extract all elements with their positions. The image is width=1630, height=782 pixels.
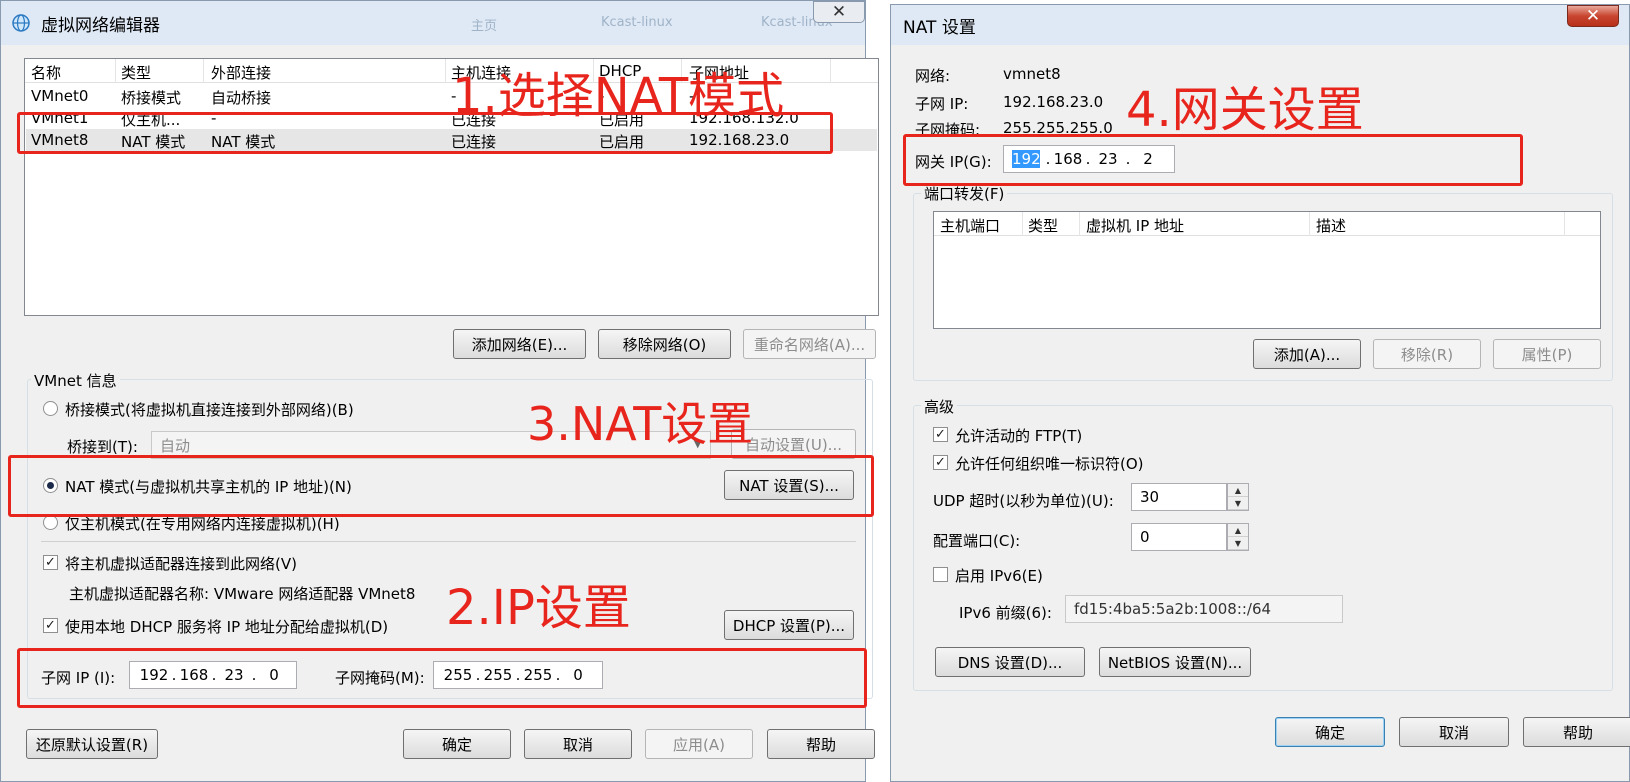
annotation-step-2: 2.IP设置 <box>446 580 631 636</box>
ipv6-prefix-value: fd15:4ba5:5a2b:1008::/64 <box>1074 600 1272 618</box>
annotation-step-4: 4.网关设置 <box>1126 82 1364 138</box>
ipv6-prefix-field[interactable]: fd15:4ba5:5a2b:1008::/64 <box>1065 595 1343 623</box>
col-header-type[interactable]: 类型 <box>1028 215 1058 236</box>
annotation-step-3: 3.NAT设置 <box>527 397 754 451</box>
network-value: vmnet8 <box>1003 65 1061 83</box>
ipv6-prefix-label: IPv6 前缀(6): <box>959 604 1052 622</box>
cancel-button[interactable]: 取消 <box>524 729 632 759</box>
config-port-label: 配置端口(C): <box>933 532 1021 550</box>
divider <box>41 541 856 542</box>
background-tab-home: 主页 <box>471 19 498 34</box>
restore-defaults-button[interactable]: 还原默认设置(R) <box>26 729 158 759</box>
bridged-to-label: 桥接到(T): <box>67 438 138 456</box>
config-port-spinner[interactable]: ▲ ▼ <box>1227 523 1249 551</box>
window-title: NAT 设置 <box>903 17 976 38</box>
udp-timeout-field[interactable]: 30 <box>1131 483 1227 511</box>
help-button[interactable]: 帮助 <box>767 729 875 759</box>
close-icon: ✕ <box>831 2 847 22</box>
annotation-box-nat-settings <box>8 455 874 517</box>
close-button[interactable]: ✕ <box>813 1 865 23</box>
cancel-button[interactable]: 取消 <box>1399 717 1509 747</box>
host-only-radio[interactable] <box>43 515 58 530</box>
config-port-value: 0 <box>1140 528 1150 546</box>
rename-network-button[interactable]: 重命名网络(A)... <box>743 329 876 359</box>
config-port-field[interactable]: 0 <box>1131 523 1227 551</box>
connect-adapter-checkbox[interactable]: ✓ <box>43 555 58 570</box>
allow-oui-checkbox[interactable]: ✓ <box>933 455 948 470</box>
col-header-vm-ip[interactable]: 虚拟机 IP 地址 <box>1086 215 1184 236</box>
title-bar: 虚拟网络编辑器 主页 Kcast-linux Kcast-linux ✕ <box>1 1 865 45</box>
col-header-name[interactable]: 名称 <box>31 62 61 83</box>
advanced-group-title: 高级 <box>921 396 958 417</box>
title-bar: NAT 设置 ✕ <box>891 5 1629 45</box>
allow-ftp-checkbox[interactable]: ✓ <box>933 427 948 442</box>
subnet-ip-value: 192.168.23.0 <box>1003 93 1104 111</box>
annotation-box-ip-settings <box>17 648 867 708</box>
dns-settings-button[interactable]: DNS 设置(D)... <box>935 647 1085 677</box>
help-button[interactable]: 帮助 <box>1523 717 1630 747</box>
bridged-mode-label: 桥接模式(将虚拟机直接连接到外部网络)(B) <box>65 401 354 419</box>
spin-up-icon[interactable]: ▲ <box>1228 524 1248 537</box>
ok-button[interactable]: 确定 <box>403 729 511 759</box>
udp-timeout-label: UDP 超时(以秒为单位)(U): <box>933 492 1114 510</box>
remove-network-button[interactable]: 移除网络(O) <box>598 329 731 359</box>
globe-icon <box>12 14 30 32</box>
dhcp-label: 使用本地 DHCP 服务将 IP 地址分配给虚拟机(D) <box>65 618 389 636</box>
enable-ipv6-label: 启用 IPv6(E) <box>955 567 1043 585</box>
udp-timeout-spinner[interactable]: ▲ ▼ <box>1227 483 1249 511</box>
port-forwarding-list[interactable]: 主机端口 类型 虚拟机 IP 地址 描述 <box>933 211 1601 329</box>
dhcp-settings-button[interactable]: DHCP 设置(P)... <box>724 610 854 640</box>
allow-ftp-label: 允许活动的 FTP(T) <box>955 427 1083 445</box>
window-title: 虚拟网络编辑器 <box>41 15 160 36</box>
dhcp-checkbox[interactable]: ✓ <box>43 618 58 633</box>
properties-button[interactable]: 属性(P) <box>1493 339 1601 369</box>
col-header-type[interactable]: 类型 <box>121 62 151 83</box>
close-button[interactable]: ✕ <box>1567 5 1619 27</box>
add-port-button[interactable]: 添加(A)... <box>1253 339 1361 369</box>
adapter-name-text: 主机虚拟适配器名称: VMware 网络适配器 VMnet8 <box>69 585 416 603</box>
vmnet-info-group-title: VMnet 信息 <box>31 370 120 391</box>
port-forwarding-group-title: 端口转发(F) <box>921 183 1008 204</box>
annotation-step-1: 1.选择NAT模式 <box>452 68 785 124</box>
cell-name: VMnet0 <box>31 87 89 105</box>
allow-oui-label: 允许任何组织唯一标识符(O) <box>955 455 1144 473</box>
apply-button[interactable]: 应用(A) <box>645 729 753 759</box>
spin-down-icon[interactable]: ▼ <box>1228 497 1248 510</box>
remove-port-button[interactable]: 移除(R) <box>1373 339 1481 369</box>
add-network-button[interactable]: 添加网络(E)... <box>453 329 586 359</box>
annotation-box-gateway <box>903 134 1523 186</box>
cell-type: 桥接模式 <box>121 89 182 107</box>
bridged-mode-radio[interactable] <box>43 401 58 416</box>
subnet-ip-label: 子网 IP: <box>915 95 969 113</box>
port-forwarding-list-header: 主机端口 类型 虚拟机 IP 地址 描述 <box>934 212 1600 236</box>
col-header-description[interactable]: 描述 <box>1316 215 1346 236</box>
udp-timeout-value: 30 <box>1140 488 1160 506</box>
spin-up-icon[interactable]: ▲ <box>1228 484 1248 497</box>
enable-ipv6-checkbox[interactable] <box>933 567 948 582</box>
connect-adapter-label: 将主机虚拟适配器连接到此网络(V) <box>65 555 297 573</box>
close-icon: ✕ <box>1585 6 1601 26</box>
background-tab-kcast-1: Kcast-linux <box>601 15 673 30</box>
spin-down-icon[interactable]: ▼ <box>1228 537 1248 550</box>
col-header-external[interactable]: 外部连接 <box>211 62 271 83</box>
col-header-host-port[interactable]: 主机端口 <box>940 215 1000 236</box>
cell-external: 自动桥接 <box>211 89 272 107</box>
ok-button[interactable]: 确定 <box>1275 717 1385 747</box>
bridged-to-value: 自动 <box>160 436 191 455</box>
netbios-settings-button[interactable]: NetBIOS 设置(N)... <box>1099 647 1251 677</box>
network-label: 网络: <box>915 67 951 85</box>
